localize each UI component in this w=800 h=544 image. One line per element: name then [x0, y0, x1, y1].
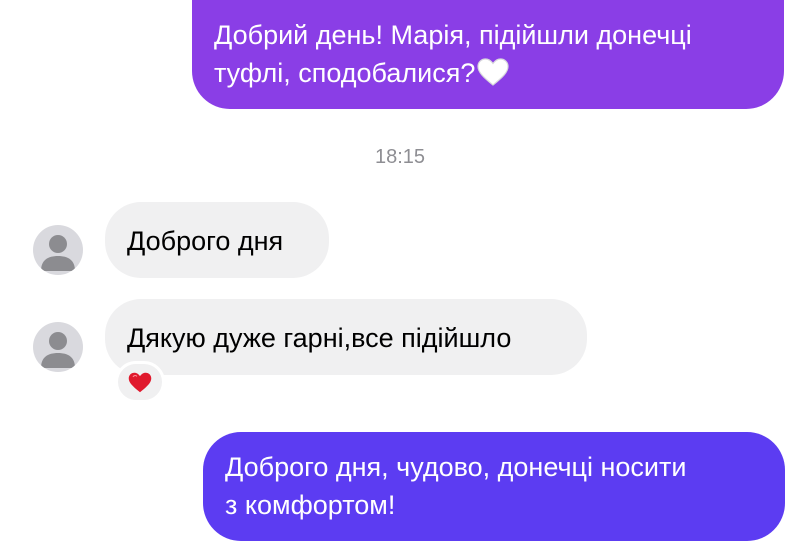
- message-text-line: з комфортом!: [225, 490, 396, 520]
- user-silhouette-icon: [41, 332, 75, 368]
- white-heart-icon: [477, 58, 510, 86]
- message-text-line: Доброго дня, чудово, донечці носити: [225, 452, 687, 482]
- message-text-line: туфлі, сподобалися?: [214, 54, 762, 92]
- outgoing-message-bubble[interactable]: Доброго дня, чудово, донечці носити з ко…: [203, 432, 785, 541]
- message-text-line: Добрий день! Марія, підійшли донечці: [214, 20, 692, 50]
- outgoing-message-bubble[interactable]: Добрий день! Марія, підійшли донечці туф…: [192, 0, 784, 109]
- message-timestamp: 18:15: [374, 146, 426, 168]
- red-heart-icon: [128, 372, 152, 392]
- user-silhouette-icon: [41, 235, 75, 271]
- message-reaction[interactable]: [115, 361, 165, 403]
- message-text: Доброго дня: [127, 226, 284, 256]
- chat-thread: Добрий день! Марія, підійшли донечці туф…: [0, 0, 800, 544]
- incoming-message-bubble[interactable]: Доброго дня: [105, 202, 329, 278]
- incoming-message-bubble[interactable]: Дякую дуже гарні,все підійшло: [105, 299, 587, 375]
- message-text: туфлі, сподобалися?: [214, 58, 476, 88]
- message-text: Дякую дуже гарні,все підійшло: [127, 323, 512, 353]
- avatar[interactable]: [33, 322, 83, 372]
- avatar[interactable]: [33, 225, 83, 275]
